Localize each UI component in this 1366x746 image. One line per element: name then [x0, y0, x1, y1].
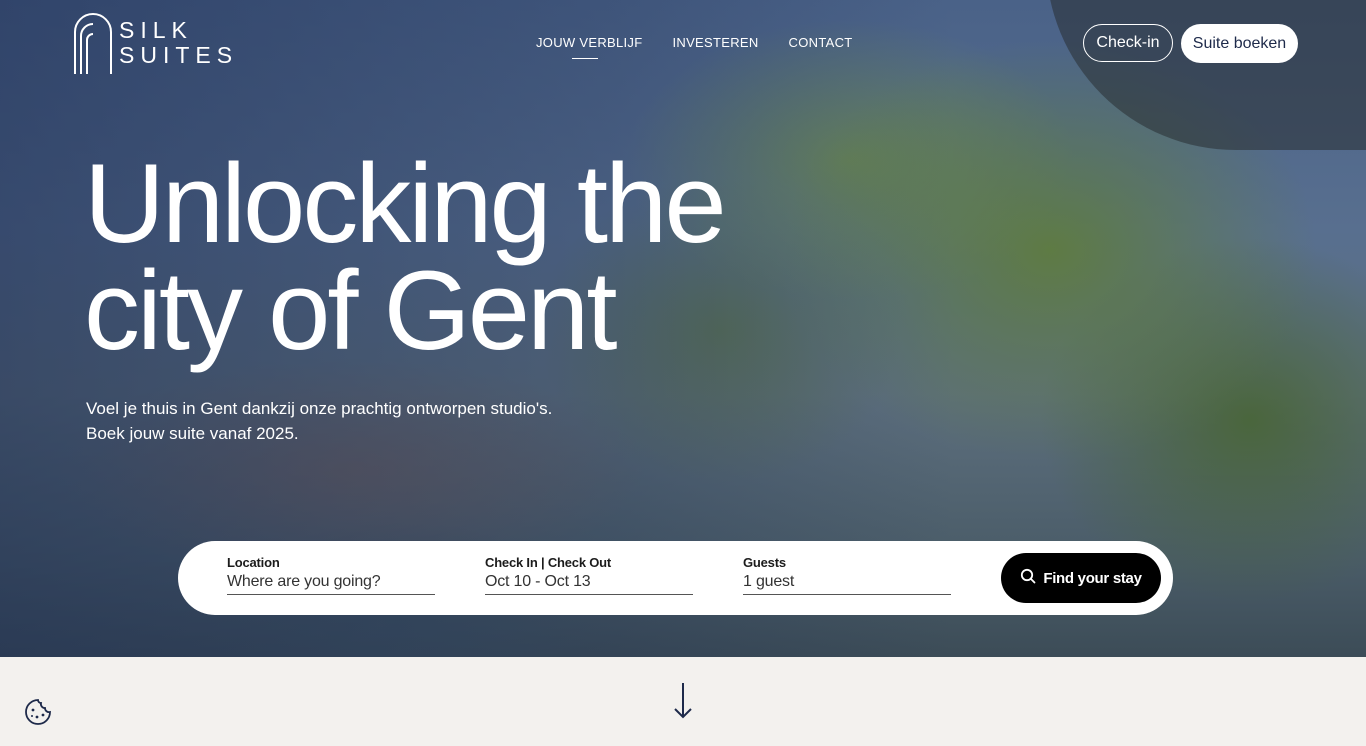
- arrow-down-icon[interactable]: [672, 682, 694, 725]
- headline-line-2: city of Gent: [84, 248, 617, 373]
- location-label: Location: [227, 555, 280, 570]
- book-suite-button[interactable]: Suite boeken: [1181, 24, 1298, 63]
- logo-line-1: SILK: [119, 17, 193, 43]
- hero-headline: Unlocking the city of Gent: [84, 141, 727, 373]
- find-button-label: Find your stay: [1043, 569, 1142, 587]
- dates-input[interactable]: Oct 10 - Oct 13: [485, 573, 693, 595]
- logo-line-2: SUITES: [119, 42, 239, 68]
- logo-text: SILK SUITES: [119, 18, 238, 68]
- main-nav: JOUW VERBLIJF INVESTEREN CONTACT: [536, 35, 853, 59]
- hero-subtitle: Voel je thuis in Gent dankzij onze prach…: [86, 396, 552, 446]
- guests-input[interactable]: 1 guest: [743, 573, 951, 595]
- search-icon: [1020, 568, 1036, 588]
- guests-field[interactable]: Guests 1 guest: [743, 555, 951, 595]
- cookie-icon[interactable]: [24, 698, 52, 731]
- checkin-button[interactable]: Check-in: [1083, 24, 1173, 62]
- location-input[interactable]: Where are you going?: [227, 573, 435, 595]
- nav-investeren[interactable]: INVESTEREN: [672, 35, 758, 50]
- dates-field[interactable]: Check In | Check Out Oct 10 - Oct 13: [485, 555, 693, 595]
- booking-search-bar: Location Where are you going? Check In |…: [178, 541, 1173, 615]
- dates-label: Check In | Check Out: [485, 555, 612, 570]
- guests-label: Guests: [743, 555, 786, 570]
- nav-contact[interactable]: CONTACT: [789, 35, 853, 50]
- logo[interactable]: SILK SUITES: [73, 12, 238, 74]
- subtitle-line-2: Boek jouw suite vanaf 2025.: [86, 424, 299, 443]
- nav-jouw-verblijf[interactable]: JOUW VERBLIJF: [536, 35, 642, 59]
- subtitle-line-1: Voel je thuis in Gent dankzij onze prach…: [86, 399, 553, 418]
- headline-line-1: Unlocking the: [84, 141, 727, 266]
- logo-arch-icon: [73, 12, 113, 74]
- find-your-stay-button[interactable]: Find your stay: [1001, 553, 1161, 603]
- location-field[interactable]: Location Where are you going?: [227, 555, 435, 595]
